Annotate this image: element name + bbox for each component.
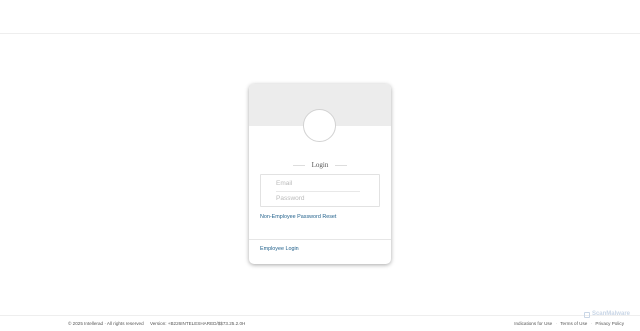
email-field[interactable] xyxy=(276,178,360,189)
footer-left: © 2025 Intellerad · All rights reserved … xyxy=(68,321,250,327)
title-divider-right xyxy=(335,164,348,166)
title-divider-left xyxy=(292,164,305,166)
version-text: Version: +B226INTELESHARED/$$73.25.2.0H xyxy=(149,321,246,326)
password-field[interactable] xyxy=(276,193,360,204)
top-bar xyxy=(0,0,640,34)
shield-icon xyxy=(583,311,590,318)
privacy-link[interactable]: Privacy Policy xyxy=(595,321,624,326)
password-reset-link[interactable]: Non-Employee Password Reset xyxy=(260,213,336,221)
page: Login Non-Employee Password Reset Employ… xyxy=(0,0,640,331)
terms-link[interactable]: Terms of Use xyxy=(560,321,587,326)
watermark: ScanMalware xyxy=(583,311,630,318)
card-divider xyxy=(249,239,391,240)
copyright-text: © 2025 Intellerad · All rights reserved xyxy=(68,321,144,326)
login-title-row: Login xyxy=(249,160,391,170)
footer-separator: · xyxy=(555,321,558,326)
login-title: Login xyxy=(311,161,329,169)
watermark-text: ScanMalware xyxy=(591,311,630,317)
avatar xyxy=(303,109,336,142)
employee-login-link[interactable]: Employee Login xyxy=(260,245,299,253)
field-divider xyxy=(276,190,360,192)
login-form xyxy=(260,174,380,207)
indications-link[interactable]: Indications for Use xyxy=(514,321,552,326)
footer-links: Indications for Use · Terms of Use · Pri… xyxy=(514,321,624,327)
footer: © 2025 Intellerad · All rights reserved … xyxy=(0,315,640,331)
footer-separator: · xyxy=(590,321,593,326)
login-card: Login Non-Employee Password Reset Employ… xyxy=(249,84,391,264)
